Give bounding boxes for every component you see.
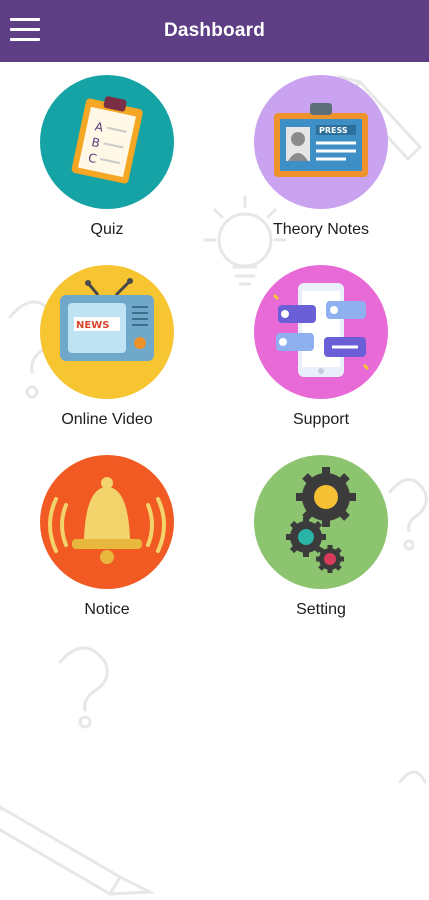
page-title: Dashboard [163,20,266,41]
press-id-card-icon: PRESS [254,75,388,209]
chat-phone-icon [254,265,388,399]
app-bar: Dashboard [0,0,429,62]
tile-label: Support [292,411,350,428]
bell-icon [40,455,174,589]
tile-online-video[interactable]: NEWS Online Video [22,265,192,445]
tile-label: Quiz [90,221,124,238]
tile-label: Theory Notes [272,221,370,238]
svg-text:PRESS: PRESS [319,126,348,135]
tile-support[interactable]: Support [236,265,406,445]
tile-label: Setting [296,601,346,618]
tile-label: Notice [84,601,130,618]
hamburger-menu-icon[interactable] [10,18,40,44]
clipboard-icon: A B C [40,75,174,209]
tile-notice[interactable]: Notice [22,455,192,635]
tile-theory-notes[interactable]: PRESS Theory Notes [236,75,406,255]
svg-text:NEWS: NEWS [76,320,109,331]
news-tv-icon: NEWS [40,265,174,399]
gears-icon [254,455,388,589]
tile-quiz[interactable]: A B C Quiz [22,75,192,255]
tile-setting[interactable]: Setting [236,455,406,635]
tile-label: Online Video [61,411,153,428]
